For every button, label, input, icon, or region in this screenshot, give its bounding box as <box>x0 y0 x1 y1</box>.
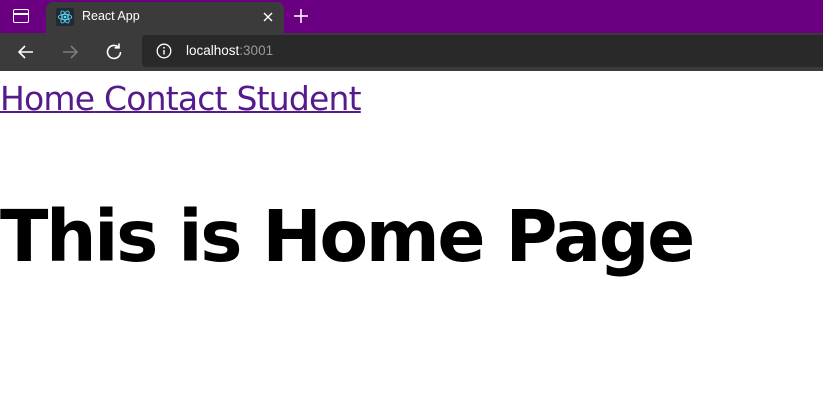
info-icon[interactable] <box>156 43 172 59</box>
reload-icon[interactable] <box>103 41 125 63</box>
back-arrow-icon[interactable] <box>15 41 37 63</box>
url-text[interactable]: localhost:3001 <box>186 43 273 58</box>
page-nav: Home Contact Student <box>0 79 362 119</box>
close-icon[interactable] <box>260 9 276 25</box>
nav-link-spacer[interactable] <box>227 79 237 118</box>
tab-react-app[interactable]: React App <box>46 2 284 33</box>
browser-toolbar: localhost:3001 <box>0 33 823 71</box>
nav-link-spacer[interactable] <box>94 79 104 118</box>
new-tab-icon[interactable] <box>292 7 310 25</box>
tab-title: React App <box>82 9 140 23</box>
url-host: localhost <box>186 43 240 58</box>
address-bar[interactable]: localhost:3001 <box>142 35 823 67</box>
react-logo-icon <box>56 8 74 26</box>
nav-link-student[interactable]: Student <box>236 79 361 118</box>
page-heading: This is Home Page <box>0 195 695 278</box>
browser-tabstrip: React App <box>0 0 823 33</box>
forward-arrow-icon[interactable] <box>59 41 81 63</box>
nav-link-contact[interactable]: Contact <box>104 79 228 118</box>
nav-link-home[interactable]: Home <box>0 79 95 118</box>
tab-actions-icon[interactable] <box>13 9 29 23</box>
url-port: :3001 <box>239 43 274 58</box>
page-content: Home Contact Student This is Home Page <box>0 71 823 417</box>
